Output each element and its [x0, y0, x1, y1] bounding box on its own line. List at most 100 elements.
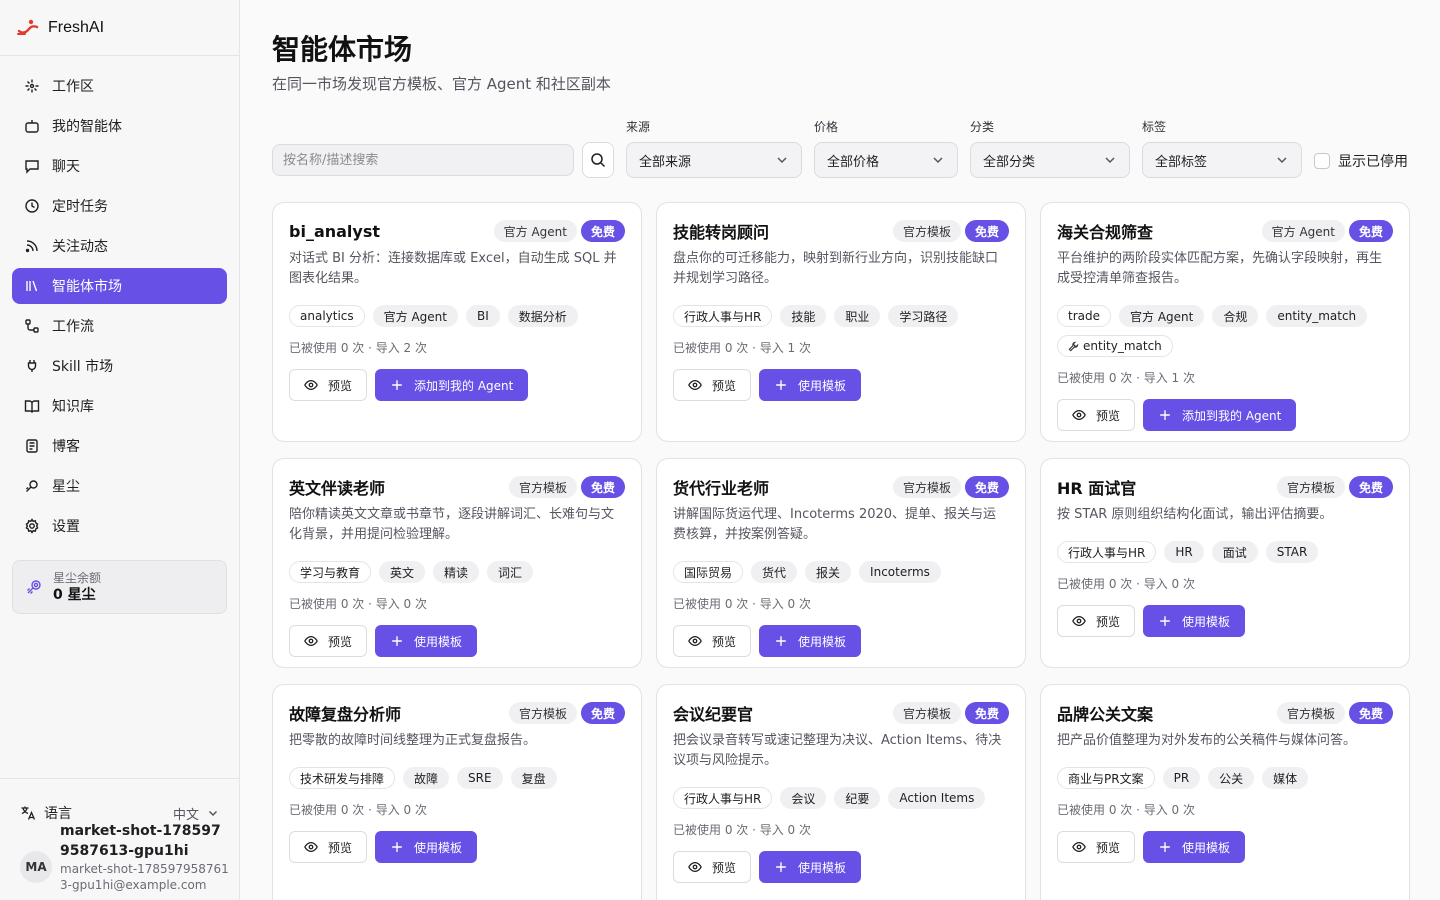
tag[interactable]: PR: [1162, 767, 1201, 789]
user-profile[interactable]: MA market-shot-1785979587613-gpu1hi mark…: [20, 821, 229, 893]
search-input[interactable]: [272, 144, 574, 176]
primary-action-button[interactable]: 使用模板: [1143, 605, 1246, 637]
sidebar-item-settings[interactable]: 设置: [12, 508, 227, 544]
source-select-value: 全部来源: [639, 154, 692, 170]
preview-button[interactable]: 预览: [673, 851, 752, 883]
tag[interactable]: 行政人事与HR: [1057, 541, 1157, 563]
primary-action-button[interactable]: 使用模板: [759, 625, 862, 657]
tag[interactable]: trade: [1057, 305, 1111, 327]
tag[interactable]: 英文: [379, 561, 426, 583]
agent-card: bi_analyst 官方 Agent 免费 对话式 BI 分析：连接数据库或 …: [272, 202, 642, 442]
primary-action-button[interactable]: 添加到我的 Agent: [1143, 399, 1297, 431]
tag[interactable]: 学习路径: [888, 305, 959, 327]
tag[interactable]: 精读: [433, 561, 480, 583]
price-select[interactable]: 全部价格: [814, 142, 958, 178]
tag[interactable]: 职业: [834, 305, 881, 327]
sidebar-item-workflow[interactable]: 工作流: [12, 308, 227, 344]
preview-button[interactable]: 预览: [1057, 605, 1136, 637]
tag[interactable]: 报关: [805, 561, 852, 583]
skill-tag[interactable]: entity_match: [1057, 335, 1173, 357]
tag[interactable]: 货代: [751, 561, 798, 583]
primary-action-label: 使用模板: [414, 634, 463, 649]
tag[interactable]: HR: [1164, 541, 1204, 563]
eye-icon: [688, 635, 702, 647]
preview-button[interactable]: 预览: [289, 369, 368, 401]
primary-action-button[interactable]: 使用模板: [759, 851, 862, 883]
language-selector[interactable]: 语言 中文: [20, 803, 219, 823]
tag[interactable]: analytics: [289, 305, 365, 327]
tag[interactable]: 复盘: [510, 767, 557, 789]
search-button[interactable]: [582, 142, 614, 178]
show-disabled-label: 显示已停用: [1338, 154, 1408, 170]
category-select[interactable]: 全部分类: [970, 142, 1130, 178]
tag[interactable]: 行政人事与HR: [673, 305, 773, 327]
tag[interactable]: entity_match: [1266, 305, 1368, 327]
tag[interactable]: 纪要: [834, 787, 881, 809]
tag[interactable]: Action Items: [888, 787, 986, 809]
source-badge: 官方模板: [508, 476, 577, 498]
tag[interactable]: 学习与教育: [289, 561, 372, 583]
sidebar-item-skill-market[interactable]: Skill 市场: [12, 348, 227, 384]
chevron-down-icon: [933, 157, 943, 164]
tag[interactable]: 故障: [403, 767, 450, 789]
plus-icon: [1160, 842, 1170, 852]
tag[interactable]: 官方 Agent: [1119, 305, 1205, 327]
sidebar-item-chat[interactable]: 聊天: [12, 148, 227, 184]
sidebar-item-knowledge-base[interactable]: 知识库: [12, 388, 227, 424]
tag[interactable]: 面试: [1211, 541, 1258, 563]
price-filter: 价格 全部价格: [814, 118, 958, 178]
card-title: 货代行业老师: [673, 479, 770, 498]
stardust-balance-label: 星尘余额: [53, 571, 102, 585]
card-actions: 预览 添加到我的 Agent: [289, 369, 625, 401]
show-disabled-checkbox[interactable]: [1314, 153, 1330, 169]
tag[interactable]: 国际贸易: [673, 561, 744, 583]
primary-action-button[interactable]: 使用模板: [759, 369, 862, 401]
tag[interactable]: 媒体: [1262, 767, 1309, 789]
preview-button[interactable]: 预览: [673, 369, 752, 401]
tag[interactable]: SRE: [457, 767, 503, 789]
brand-header[interactable]: FreshAI: [0, 0, 239, 56]
stardust-balance-card[interactable]: 星尘余额 0 星尘: [12, 560, 227, 614]
tag[interactable]: 官方 Agent: [372, 305, 458, 327]
tag[interactable]: 行政人事与HR: [673, 787, 773, 809]
tag[interactable]: 数据分析: [507, 305, 578, 327]
source-select[interactable]: 全部来源: [626, 142, 802, 178]
tag[interactable]: 商业与PR文案: [1057, 767, 1155, 789]
sidebar-footer: 语言 中文 MA market-shot-1785979587613-gpu1h…: [0, 778, 239, 900]
tag[interactable]: STAR: [1265, 541, 1319, 563]
tag[interactable]: 技术研发与排障: [289, 767, 396, 789]
tag[interactable]: 技能: [780, 305, 827, 327]
tags-filter-label: 标签: [1142, 120, 1167, 134]
preview-button[interactable]: 预览: [1057, 831, 1136, 863]
primary-action-button[interactable]: 使用模板: [1143, 831, 1246, 863]
source-badge: 官方 Agent: [1261, 220, 1345, 242]
tag[interactable]: 词汇: [487, 561, 534, 583]
sidebar-item-stardust[interactable]: 星尘: [12, 468, 227, 504]
source-badge: 官方模板: [508, 702, 577, 724]
sidebar-item-scheduled-tasks[interactable]: 定时任务: [12, 188, 227, 224]
preview-button[interactable]: 预览: [289, 625, 368, 657]
tag[interactable]: 会议: [780, 787, 827, 809]
tag[interactable]: Incoterms: [859, 561, 941, 583]
plus-icon: [1160, 616, 1170, 626]
tag[interactable]: BI: [465, 305, 500, 327]
tags-select[interactable]: 全部标签: [1142, 142, 1302, 178]
primary-action-button[interactable]: 使用模板: [375, 831, 478, 863]
sidebar-item-label: 工作流: [52, 319, 94, 335]
tag[interactable]: 公关: [1208, 767, 1255, 789]
sidebar-item-following[interactable]: 关注动态: [12, 228, 227, 264]
tag[interactable]: 合规: [1212, 305, 1259, 327]
usage-stats: 已被使用 0 次 · 导入 2 次: [289, 341, 427, 355]
sidebar-item-my-agents[interactable]: 我的智能体: [12, 108, 227, 144]
show-disabled-toggle[interactable]: 显示已停用: [1314, 151, 1408, 171]
primary-action-button[interactable]: 添加到我的 Agent: [375, 369, 529, 401]
eye-icon: [304, 635, 318, 647]
preview-button[interactable]: 预览: [673, 625, 752, 657]
preview-button[interactable]: 预览: [289, 831, 368, 863]
sidebar-item-blog[interactable]: 博客: [12, 428, 227, 464]
preview-button[interactable]: 预览: [1057, 399, 1136, 431]
sidebar-item-workspace[interactable]: 工作区: [12, 68, 227, 104]
primary-action-button[interactable]: 使用模板: [375, 625, 478, 657]
sidebar-item-agent-market[interactable]: 智能体市场: [12, 268, 227, 304]
preview-button-label: 预览: [712, 378, 737, 393]
